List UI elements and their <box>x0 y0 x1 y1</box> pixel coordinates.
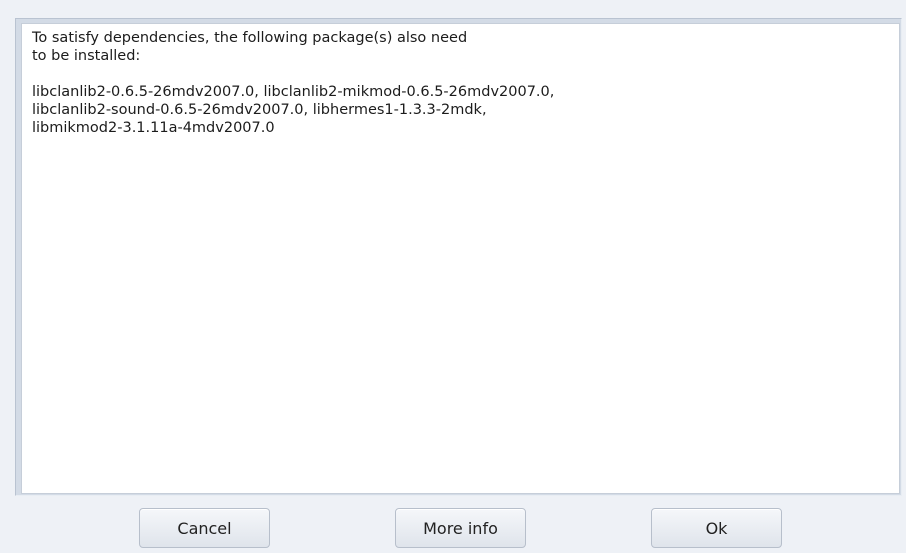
intro-line-1: To satisfy dependencies, the following p… <box>32 30 468 46</box>
packages-line-1: libclanlib2-0.6.5-26mdv2007.0, libclanli… <box>32 84 555 100</box>
intro-line-2: to be installed: <box>32 48 141 64</box>
packages-line-3: libmikmod2-3.1.11a-4mdv2007.0 <box>32 120 275 136</box>
message-frame: To satisfy dependencies, the following p… <box>15 18 902 496</box>
ok-button[interactable]: Ok <box>651 508 782 548</box>
packages-line-2: libclanlib2-sound-0.6.5-26mdv2007.0, lib… <box>32 102 487 118</box>
dependencies-dialog: To satisfy dependencies, the following p… <box>0 0 906 553</box>
more-info-button[interactable]: More info <box>395 508 526 548</box>
cancel-button[interactable]: Cancel <box>139 508 270 548</box>
message-text-area[interactable]: To satisfy dependencies, the following p… <box>21 23 900 494</box>
